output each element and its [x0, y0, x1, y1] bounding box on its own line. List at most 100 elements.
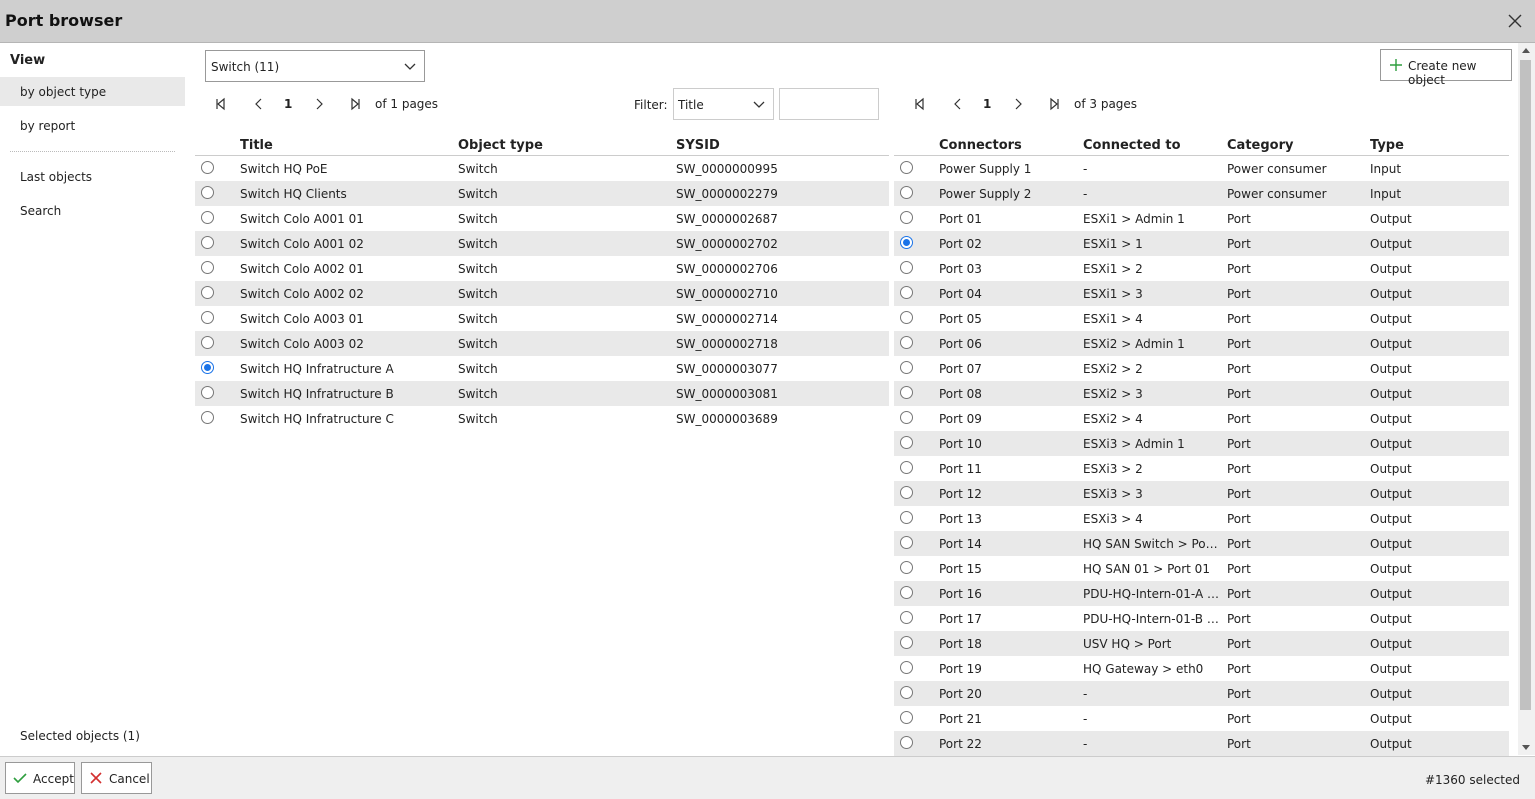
row-radio[interactable]: [201, 261, 214, 274]
column-header-connected-to[interactable]: Connected to: [1083, 138, 1181, 153]
connector-row[interactable]: Port 10 ESXi3 > Admin 1 Port Output: [894, 431, 1509, 456]
close-icon[interactable]: [1507, 13, 1523, 29]
row-radio[interactable]: [900, 286, 913, 299]
column-header-category[interactable]: Category: [1227, 138, 1293, 153]
connector-row[interactable]: Port 02 ESXi1 > 1 Port Output: [894, 231, 1509, 256]
filter-field-select[interactable]: Title: [673, 88, 774, 120]
row-radio[interactable]: [201, 161, 214, 174]
last-page-icon[interactable]: [348, 97, 362, 111]
row-radio[interactable]: [900, 661, 913, 674]
sidebar-item-last-objects[interactable]: Last objects: [0, 162, 185, 191]
sidebar-item-by-object-type[interactable]: by object type: [0, 77, 185, 106]
left-page-number[interactable]: 1: [284, 97, 292, 111]
row-radio[interactable]: [201, 336, 214, 349]
next-page-icon[interactable]: [1011, 97, 1025, 111]
right-page-number[interactable]: 1: [983, 97, 991, 111]
row-radio[interactable]: [900, 361, 913, 374]
row-radio[interactable]: [900, 236, 913, 249]
row-radio[interactable]: [900, 386, 913, 399]
connector-row[interactable]: Port 18 USV HQ > Port Port Output: [894, 631, 1509, 656]
connector-row[interactable]: Port 07 ESXi2 > 2 Port Output: [894, 356, 1509, 381]
row-radio[interactable]: [900, 686, 913, 699]
sidebar-item-search[interactable]: Search: [0, 196, 185, 225]
connector-row[interactable]: Port 01 ESXi1 > Admin 1 Port Output: [894, 206, 1509, 231]
connector-row[interactable]: Port 09 ESXi2 > 4 Port Output: [894, 406, 1509, 431]
scrollbar[interactable]: [1518, 43, 1535, 755]
object-row[interactable]: Switch HQ Infratructure B Switch SW_000000…: [195, 381, 889, 406]
prev-page-icon[interactable]: [951, 97, 965, 111]
scroll-up-icon[interactable]: [1522, 48, 1530, 53]
connector-row[interactable]: Port 04 ESXi1 > 3 Port Output: [894, 281, 1509, 306]
connector-row[interactable]: Port 20 - Port Output: [894, 681, 1509, 706]
connector-row[interactable]: Port 06 ESXi2 > Admin 1 Port Output: [894, 331, 1509, 356]
column-header-type[interactable]: Type: [1370, 138, 1404, 153]
object-row[interactable]: Switch Colo A003 01 Switch SW_0000002714: [195, 306, 889, 331]
row-radio[interactable]: [900, 586, 913, 599]
connector-row[interactable]: Power Supply 1 - Power consumer Input: [894, 156, 1509, 181]
connector-row[interactable]: Port 12 ESXi3 > 3 Port Output: [894, 481, 1509, 506]
connector-row[interactable]: Port 21 - Port Output: [894, 706, 1509, 731]
next-page-icon[interactable]: [312, 97, 326, 111]
last-page-icon[interactable]: [1047, 97, 1061, 111]
row-radio[interactable]: [900, 211, 913, 224]
column-header-title[interactable]: Title: [240, 138, 273, 153]
object-row[interactable]: Switch Colo A002 02 Switch SW_0000002710: [195, 281, 889, 306]
scroll-down-icon[interactable]: [1522, 745, 1530, 750]
column-header-sysid[interactable]: SYSID: [676, 138, 720, 153]
connector-row[interactable]: Port 19 HQ Gateway > eth0 Port Output: [894, 656, 1509, 681]
object-type-select[interactable]: Switch (11): [205, 50, 425, 82]
row-radio[interactable]: [900, 711, 913, 724]
object-row[interactable]: Switch HQ Clients Switch SW_0000002279: [195, 181, 889, 206]
row-radio[interactable]: [900, 161, 913, 174]
row-radio[interactable]: [201, 286, 214, 299]
connector-row[interactable]: Port 22 - Port Output: [894, 731, 1509, 756]
connector-row[interactable]: Port 14 HQ SAN Switch > Port ... Port Outpu…: [894, 531, 1509, 556]
cancel-button[interactable]: Cancel: [81, 762, 152, 794]
column-header-object-type[interactable]: Object type: [458, 138, 543, 153]
sidebar-item-by-report[interactable]: by report: [0, 111, 185, 140]
connector-row[interactable]: Port 17 PDU-HQ-Intern-01-B >... Port Output: [894, 606, 1509, 631]
row-radio[interactable]: [201, 186, 214, 199]
row-radio[interactable]: [201, 411, 214, 424]
first-page-icon[interactable]: [214, 97, 228, 111]
column-header-connectors[interactable]: Connectors: [939, 138, 1022, 153]
object-row[interactable]: Switch HQ Infratructure A Switch SW_000000…: [195, 356, 889, 381]
row-radio[interactable]: [900, 636, 913, 649]
row-radio[interactable]: [900, 186, 913, 199]
first-page-icon[interactable]: [913, 97, 927, 111]
connector-row[interactable]: Port 11 ESXi3 > 2 Port Output: [894, 456, 1509, 481]
connector-row[interactable]: Power Supply 2 - Power consumer Input: [894, 181, 1509, 206]
row-radio[interactable]: [900, 411, 913, 424]
connector-row[interactable]: Port 03 ESXi1 > 2 Port Output: [894, 256, 1509, 281]
row-radio[interactable]: [900, 561, 913, 574]
row-radio[interactable]: [201, 386, 214, 399]
row-radio[interactable]: [201, 236, 214, 249]
object-row[interactable]: Switch Colo A003 02 Switch SW_0000002718: [195, 331, 889, 356]
row-radio[interactable]: [201, 211, 214, 224]
row-radio[interactable]: [201, 311, 214, 324]
connector-row[interactable]: Port 13 ESXi3 > 4 Port Output: [894, 506, 1509, 531]
accept-button[interactable]: Accept: [5, 762, 75, 794]
create-new-object-button[interactable]: Create new object: [1380, 49, 1512, 87]
connector-row[interactable]: Port 15 HQ SAN 01 > Port 01 Port Output: [894, 556, 1509, 581]
object-row[interactable]: Switch Colo A002 01 Switch SW_0000002706: [195, 256, 889, 281]
prev-page-icon[interactable]: [252, 97, 266, 111]
filter-input[interactable]: [779, 88, 879, 120]
row-radio[interactable]: [900, 536, 913, 549]
row-radio[interactable]: [900, 261, 913, 274]
row-radio[interactable]: [900, 336, 913, 349]
row-radio[interactable]: [900, 736, 913, 749]
row-radio[interactable]: [900, 311, 913, 324]
row-radio[interactable]: [900, 611, 913, 624]
connector-row[interactable]: Port 08 ESXi2 > 3 Port Output: [894, 381, 1509, 406]
scrollbar-thumb[interactable]: [1520, 60, 1531, 710]
object-row[interactable]: Switch Colo A001 02 Switch SW_0000002702: [195, 231, 889, 256]
row-radio[interactable]: [900, 436, 913, 449]
connector-row[interactable]: Port 05 ESXi1 > 4 Port Output: [894, 306, 1509, 331]
row-radio[interactable]: [201, 361, 214, 374]
row-radio[interactable]: [900, 486, 913, 499]
selected-objects-link[interactable]: Selected objects (1): [20, 729, 140, 743]
object-row[interactable]: Switch Colo A001 01 Switch SW_0000002687: [195, 206, 889, 231]
connector-row[interactable]: Port 16 PDU-HQ-Intern-01-A >... Port Output: [894, 581, 1509, 606]
row-radio[interactable]: [900, 511, 913, 524]
